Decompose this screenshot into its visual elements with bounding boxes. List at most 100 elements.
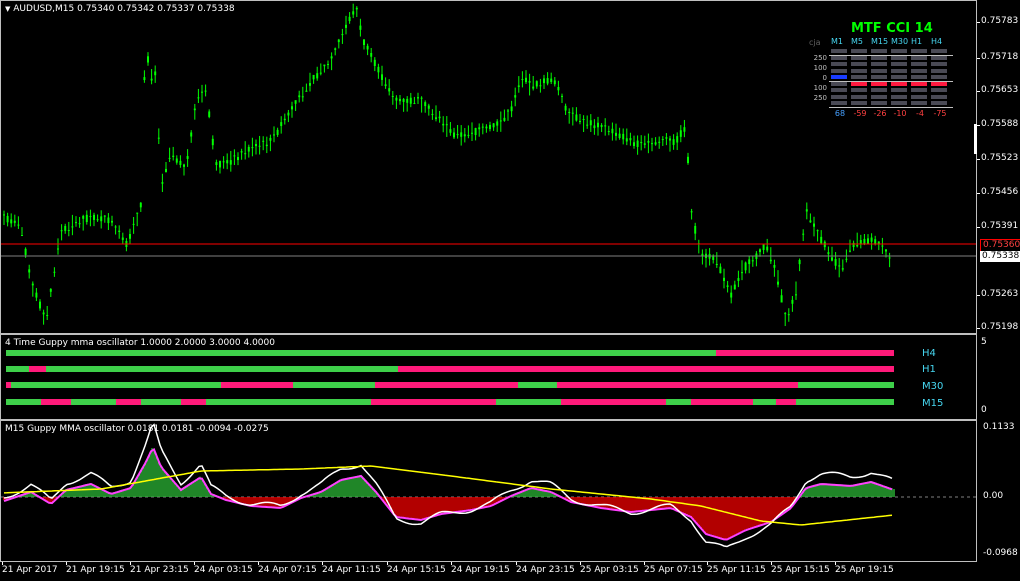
candle-body [71,226,74,228]
price-tick-label: 0.75263 [981,289,1019,299]
mtf-cci-cell [931,75,947,79]
candle-body [157,137,160,139]
candle-body [510,106,513,112]
guppy4-bar-segment [206,399,371,405]
price-tick-mark [977,295,980,296]
mtf-cci-value: -59 [853,109,867,118]
price-tick-label: 0.75653 [981,85,1019,95]
candle-body [190,132,193,137]
candle-body [150,78,153,81]
price-tick-label: 0.75588 [981,119,1019,129]
candle-body [251,147,254,149]
mtf-cci-cell [851,101,867,105]
candle-body [885,249,887,252]
candle-body [280,122,283,127]
price-axis[interactable]: 0.75783 0.75718 0.75653 0.75588 0.75523 0.754… [977,0,1020,334]
candle-body [49,288,52,292]
candle-body [53,271,56,273]
mtf-cci-title: MTF CCI 14 [851,21,933,36]
candle-body [265,144,268,147]
scroll-handle[interactable] [974,124,977,154]
m15-scale-tick: -0.0968 [983,548,1018,558]
candle-body [111,220,113,223]
candle-body [474,128,477,136]
candle-body [161,182,164,184]
guppy4-scale-top: 5 [981,337,987,347]
candle-body [625,138,628,142]
time-axis[interactable]: 21 Apr 2017 21 Apr 19:15 21 Apr 23:15 24 Ap… [0,562,977,581]
candle-body [715,264,718,266]
candle-body [147,56,149,63]
candle-body [888,257,891,259]
candle-body [301,96,304,98]
time-axis-tick [771,562,772,565]
guppy4-pane[interactable]: 4 Time Guppy mma oscillator 1.0000 2.000… [0,334,977,420]
candle-body [543,78,545,84]
candle-body [762,244,765,250]
mtf-cci-cell [831,62,847,66]
candle-body [582,118,585,120]
candle-body [129,234,131,239]
mtf-cci-rule [829,81,953,82]
candle-body [3,214,5,216]
mtf-cci-value: 68 [834,109,846,118]
candle-body [499,120,502,122]
mtf-cci-cell [891,88,907,92]
symbol-menu-icon[interactable]: ▼ [5,5,10,13]
candle-body [10,219,13,224]
candle-body [741,272,743,274]
candle-body [643,143,646,145]
mtf-cci-cell [891,62,907,66]
guppy4-bar-segment [796,399,894,405]
mtf-cci-cell [891,81,907,86]
candle-body [435,117,437,120]
m15-oscillator-pane[interactable]: M15 Guppy MMA oscillator 0.0181 0.0181 -… [0,420,977,562]
mtf-cci-cell [931,68,947,73]
candle-body [21,235,23,237]
mtf-cci-value: -4 [916,109,924,118]
candle-body [528,81,531,83]
candle-body [269,137,272,141]
guppy4-bar-segment [116,399,141,405]
mtf-cci-timeframe: M15 [871,37,889,46]
candle-body [186,156,189,159]
time-axis-label: 21 Apr 23:15 [130,565,189,575]
mtf-cci-level: 100 [813,84,827,92]
candle-body [219,160,221,168]
time-axis-tick [451,562,452,565]
mtf-cci-cell [931,101,947,105]
mtf-cci-level: 0 [822,74,827,82]
candle-body [67,229,70,231]
candle-body [370,53,373,57]
candle-body [816,230,819,232]
price-tick-mark [977,125,980,126]
candle-body [485,126,488,129]
time-axis-tick [707,562,708,565]
candle-body [503,117,506,121]
candle-body [532,86,535,89]
candle-body [366,45,369,50]
guppy4-label-m30: M30 [922,381,944,392]
mtf-cci-cell [891,68,907,73]
mtf-cci-cell [871,68,887,73]
mtf-cci-cell [871,75,887,79]
price-tick-label: 0.75783 [981,16,1019,26]
candle-body [319,72,322,74]
m15-scale-tick: 0.00 [983,491,1004,501]
candle-body [471,132,473,134]
candle-body [726,285,729,288]
time-axis-label: 25 Apr 07:15 [644,565,703,575]
guppy4-bar-segment [666,399,691,405]
candle-body [139,202,142,208]
candle-body [287,112,290,116]
candle-body [6,215,9,223]
guppy4-title: 4 Time Guppy mma oscillator 1.0000 2.000… [5,338,275,348]
candle-body [39,301,41,309]
main-chart-pane[interactable]: ▼ AUDUSD,M15 0.75340 0.75342 0.75337 0.7… [0,0,977,334]
candle-body [535,81,538,87]
candle-body [633,142,635,147]
mtf-cci-timeframe: M5 [851,37,863,46]
candle-body [460,132,463,137]
candle-body [766,246,769,251]
candle-body [143,77,146,81]
